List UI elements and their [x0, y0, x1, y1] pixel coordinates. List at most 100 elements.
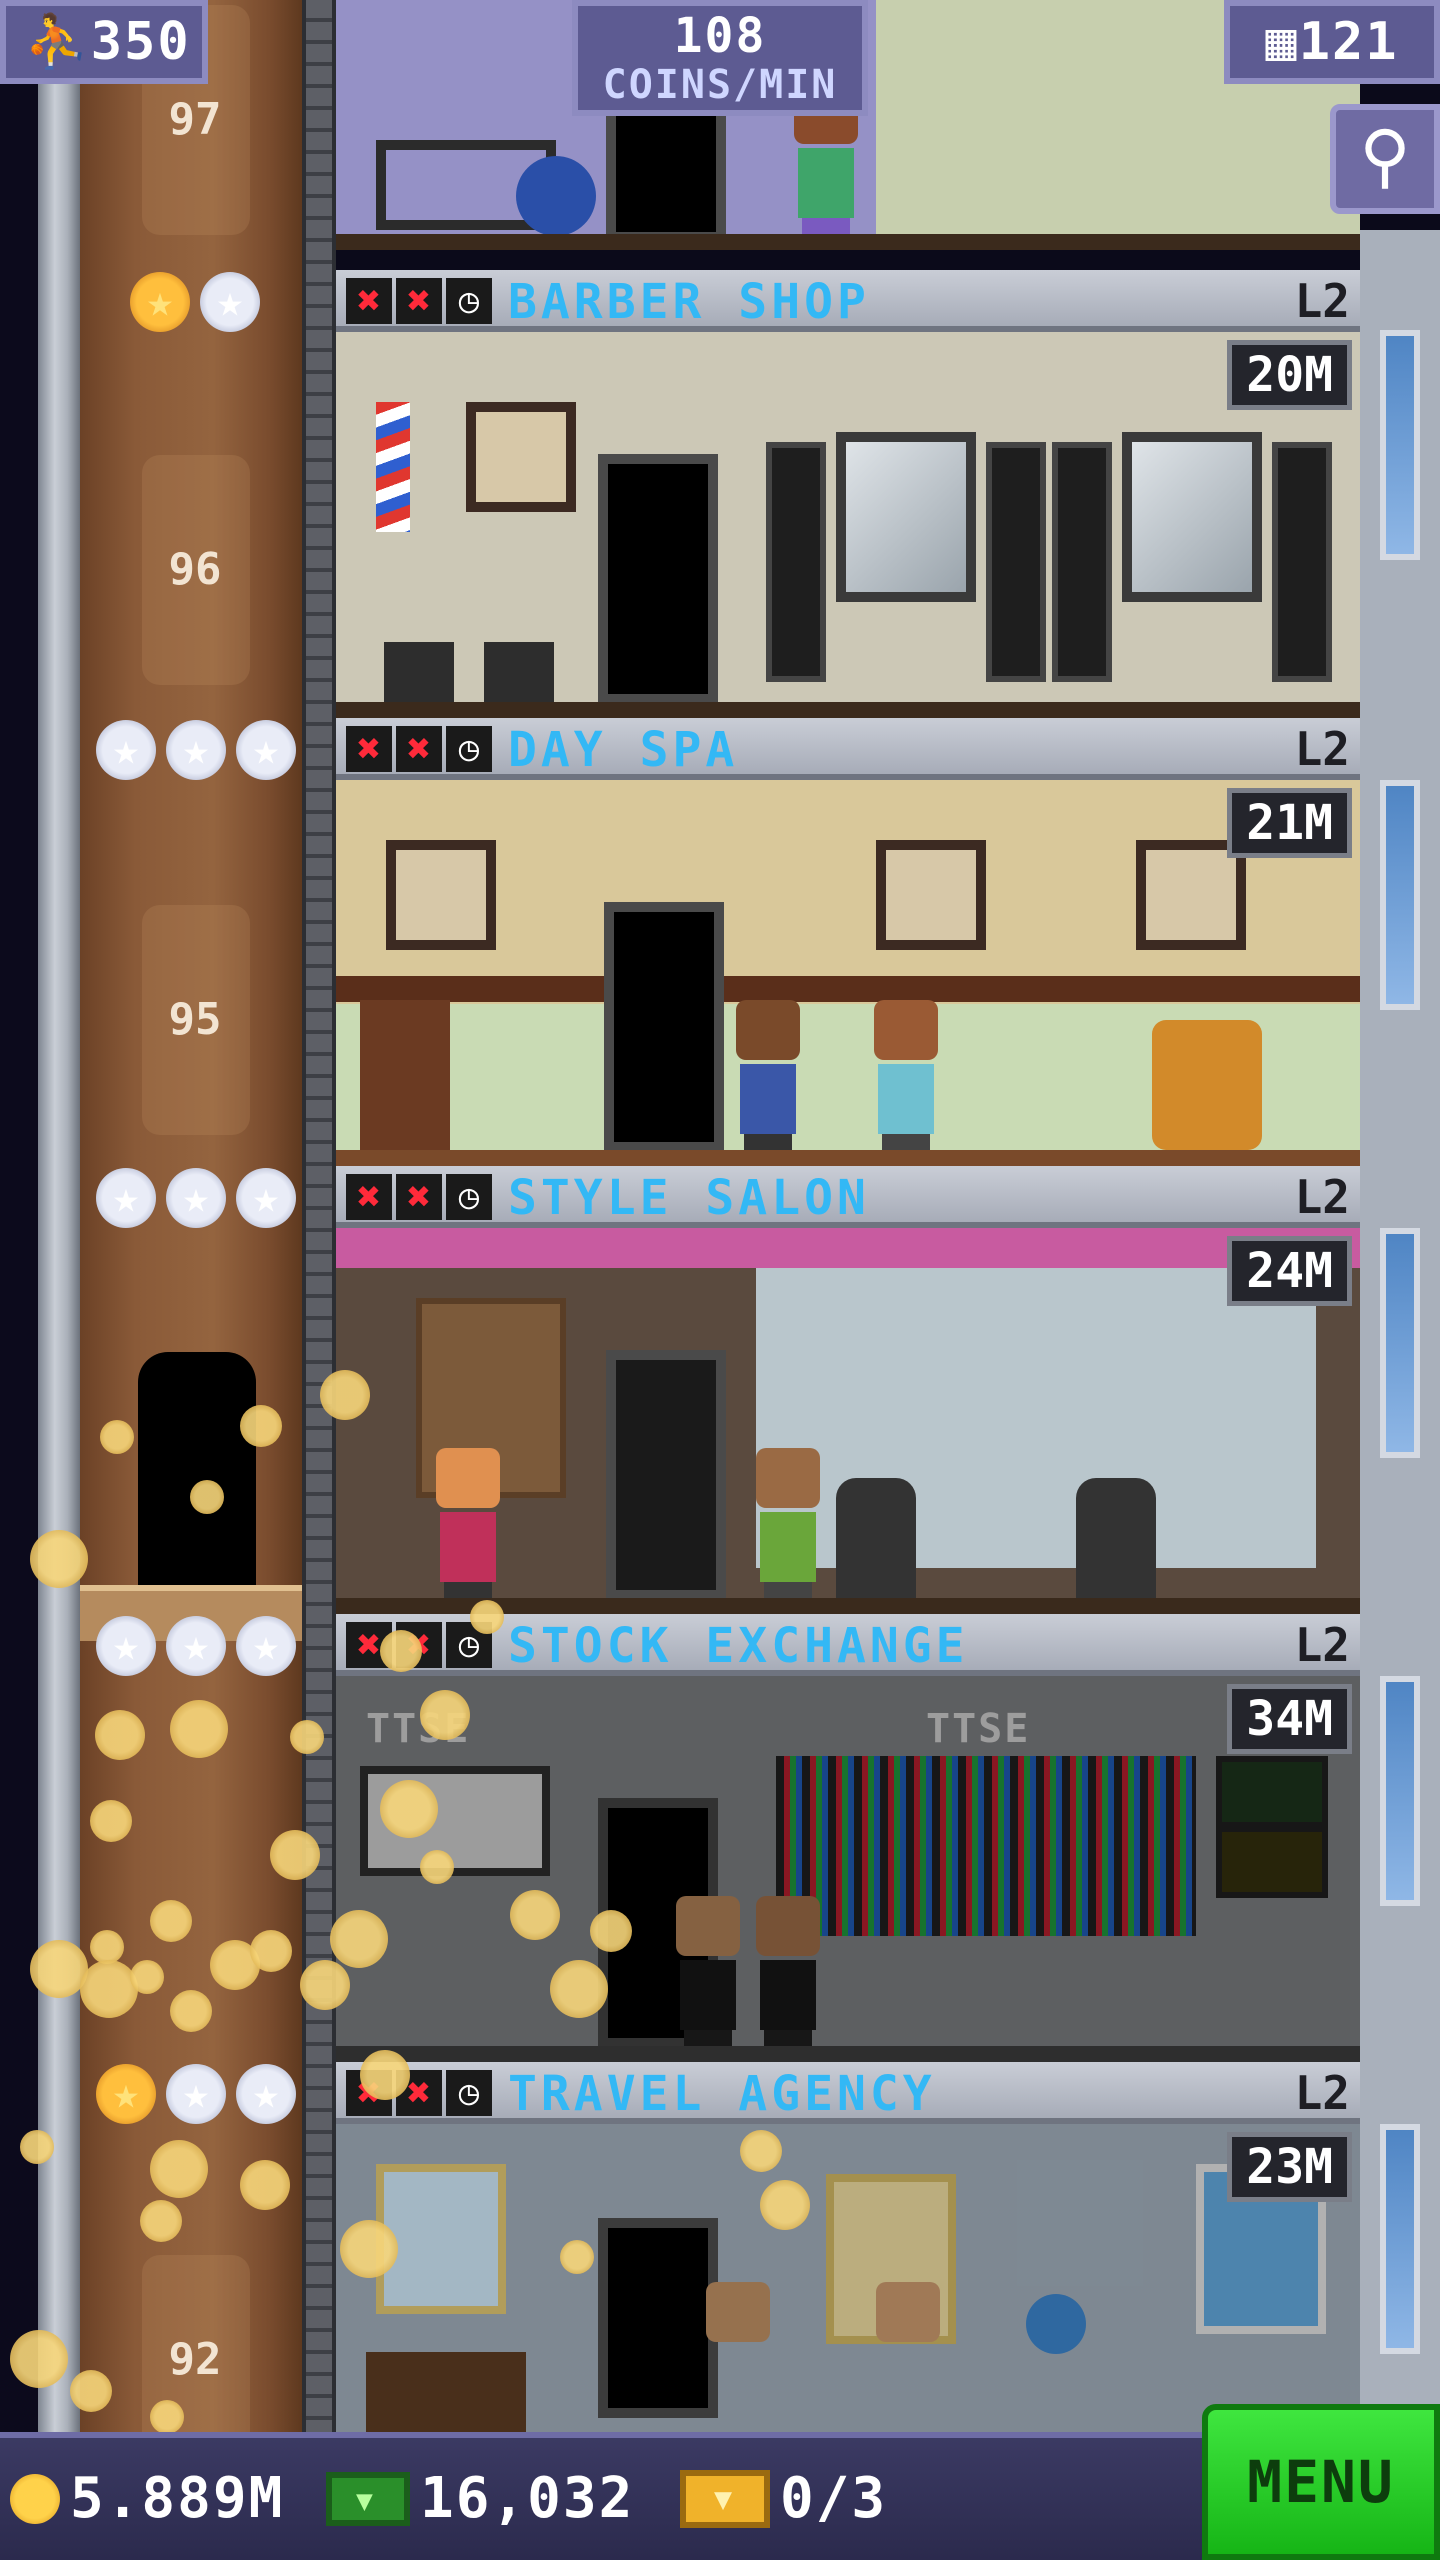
bux-balance[interactable]: 16,032: [326, 2466, 634, 2531]
coin-particle: [20, 2130, 54, 2164]
facade-window: [1380, 1676, 1420, 1906]
shaft-floor-number: 96: [168, 544, 222, 595]
floor-level: L2: [1294, 722, 1350, 776]
coin-particle: [740, 2130, 782, 2172]
floor-travel-agency[interactable]: ✖ ✖ ◷ TRAVEL AGENCY L2 23M: [336, 2062, 1360, 2432]
clock-icon: ◷: [446, 1174, 492, 1220]
coin-particle: [190, 1480, 224, 1514]
space-background: [0, 0, 38, 2432]
closed-x-icon: ✖: [396, 726, 442, 772]
coin-particle: [320, 1370, 370, 1420]
coin-particle: [80, 1960, 138, 2018]
floor-stars: ★ ★ ★: [96, 1168, 296, 1228]
magnifier-icon[interactable]: ⚲: [1330, 104, 1440, 214]
coin-particle: [270, 1830, 320, 1880]
floor-header[interactable]: ✖ ✖ ◷ DAY SPA L2: [336, 718, 1360, 780]
coin-particle: [510, 1890, 560, 1940]
coins-balance[interactable]: 5.889M: [10, 2466, 284, 2531]
coins-per-minute-panel: 108 COINS/MIN: [572, 0, 868, 116]
coin-particle: [340, 2220, 398, 2278]
floor-barber-shop[interactable]: ✖ ✖ ◷ BARBER SHOP L2 20M: [336, 270, 1360, 718]
population-count: 350: [90, 12, 191, 72]
coin-particle: [240, 2160, 290, 2210]
shaft-floor-number: 92: [168, 2334, 222, 2385]
gold-star-icon: ★: [96, 2064, 156, 2124]
closed-x-icon: ✖: [346, 726, 392, 772]
floor-value-badge: 23M: [1227, 2132, 1352, 2202]
menu-button[interactable]: MENU: [1202, 2404, 1440, 2560]
clock-icon: ◷: [446, 278, 492, 324]
silver-star-icon: ★: [236, 1168, 296, 1228]
floors-badge[interactable]: ▦121: [1224, 0, 1440, 84]
floor-level: L2: [1294, 274, 1350, 328]
coin-particle: [250, 1930, 292, 1972]
population-badge[interactable]: ⛹350: [0, 0, 208, 84]
closed-x-icon: ✖: [346, 1174, 392, 1220]
coin-particle: [150, 1900, 192, 1942]
silver-star-icon: ★: [236, 2064, 296, 2124]
shaft-floor-number: 95: [168, 994, 222, 1045]
silver-star-icon: ★: [166, 1616, 226, 1676]
silver-star-icon: ★: [236, 720, 296, 780]
coins-per-minute-value: 108: [673, 8, 767, 64]
elevator-door: [138, 1352, 256, 1592]
floor-style-salon[interactable]: ✖ ✖ ◷ STYLE SALON L2 24M: [336, 1166, 1360, 1614]
tickets-value: 0/3: [780, 2466, 888, 2531]
floor-header[interactable]: ✖ ✖ ◷ TRAVEL AGENCY L2: [336, 2062, 1360, 2124]
silver-star-icon: ★: [200, 272, 260, 332]
coin-particle: [380, 1630, 422, 1672]
coin-particle: [90, 1930, 124, 1964]
silver-star-icon: ★: [166, 2064, 226, 2124]
floor-count: 121: [1298, 12, 1399, 72]
coin-particle: [100, 1420, 134, 1454]
floor-day-spa[interactable]: ✖ ✖ ◷ DAY SPA L2 21M: [336, 718, 1360, 1166]
coin-particle: [360, 2050, 410, 2100]
coin-particle: [150, 2140, 208, 2198]
elevator-rail: [302, 0, 336, 2432]
floor-stars: ★ ★: [130, 272, 260, 332]
floor-name: BARBER SHOP: [508, 274, 870, 330]
floor-value-badge: 20M: [1227, 340, 1352, 410]
floor-stars: ★ ★ ★: [96, 720, 296, 780]
coin-particle: [420, 1690, 470, 1740]
coin-particle: [560, 2240, 594, 2274]
floor-header[interactable]: ✖ ✖ ◷ BARBER SHOP L2: [336, 270, 1360, 332]
floor-header[interactable]: ✖ ✖ ◷ STYLE SALON L2: [336, 1166, 1360, 1228]
silver-star-icon: ★: [236, 1616, 296, 1676]
silver-star-icon: ★: [96, 1616, 156, 1676]
silver-star-icon: ★: [96, 720, 156, 780]
clock-icon: ◷: [446, 2070, 492, 2116]
barber-pole: [376, 402, 410, 532]
coin-particle: [95, 1710, 145, 1760]
bux-value: 16,032: [420, 2466, 635, 2531]
coin-particle: [90, 1800, 132, 1842]
coin-particle: [240, 1405, 282, 1447]
coin-particle: [30, 1530, 88, 1588]
bux-icon: [326, 2471, 410, 2526]
floor-stock-exchange[interactable]: ✖ ✖ ◷ STOCK EXCHANGE L2 TTSE TTSE 34M: [336, 1614, 1360, 2062]
coin-particle: [130, 1960, 164, 1994]
floor-name: STOCK EXCHANGE: [508, 1618, 969, 1674]
floor-value-badge: 34M: [1227, 1684, 1352, 1754]
coin-particle: [300, 1960, 350, 2010]
closed-x-icon: ✖: [346, 278, 392, 324]
coin-icon: [10, 2473, 60, 2524]
silver-star-icon: ★: [166, 1168, 226, 1228]
coin-particle: [170, 1700, 228, 1758]
floor-value-badge: 24M: [1227, 1236, 1352, 1306]
clock-icon: ◷: [446, 726, 492, 772]
coin-particle: [330, 1910, 388, 1968]
facade-window: [1380, 780, 1420, 1010]
coin-particle: [590, 1910, 632, 1952]
coin-particle: [420, 1850, 454, 1884]
coin-particle: [760, 2180, 810, 2230]
coin-particle: [10, 2330, 68, 2388]
coin-particle: [140, 2200, 182, 2242]
tickets-balance[interactable]: 0/3: [680, 2466, 887, 2531]
floor-stars: ★ ★ ★: [96, 2064, 296, 2124]
coins-value: 5.889M: [70, 2466, 285, 2531]
coin-particle: [380, 1780, 438, 1838]
coins-per-minute-unit: COINS/MIN: [602, 62, 838, 108]
silver-star-icon: ★: [96, 1168, 156, 1228]
floor-level: L2: [1294, 2066, 1350, 2120]
